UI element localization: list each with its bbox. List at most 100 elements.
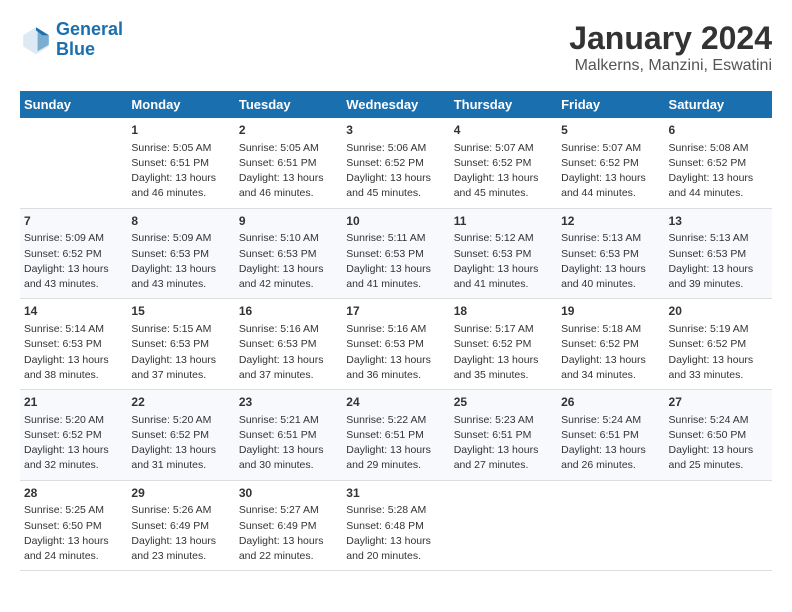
day-info: Sunrise: 5:09 AM Sunset: 6:52 PM Dayligh…: [24, 231, 123, 292]
day-info: Sunrise: 5:19 AM Sunset: 6:52 PM Dayligh…: [669, 322, 768, 383]
day-info: Sunrise: 5:24 AM Sunset: 6:51 PM Dayligh…: [561, 413, 660, 474]
day-number: 1: [131, 122, 230, 139]
header-cell-thursday: Thursday: [450, 91, 557, 118]
day-number: 29: [131, 485, 230, 502]
day-info: Sunrise: 5:12 AM Sunset: 6:53 PM Dayligh…: [454, 231, 553, 292]
calendar-header: SundayMondayTuesdayWednesdayThursdayFrid…: [20, 91, 772, 118]
day-number: 18: [454, 303, 553, 320]
day-number: 7: [24, 213, 123, 230]
header-cell-monday: Monday: [127, 91, 234, 118]
logo-text: General Blue: [56, 20, 123, 60]
day-info: Sunrise: 5:11 AM Sunset: 6:53 PM Dayligh…: [346, 231, 445, 292]
calendar-cell: 19Sunrise: 5:18 AM Sunset: 6:52 PM Dayli…: [557, 299, 664, 390]
day-number: 13: [669, 213, 768, 230]
calendar-cell: 4Sunrise: 5:07 AM Sunset: 6:52 PM Daylig…: [450, 118, 557, 208]
calendar-cell: 2 Sunrise: 5:05 AM Sunset: 6:51 PM Daylig…: [235, 118, 342, 208]
day-number: 11: [454, 213, 553, 230]
day-info: Sunrise: 5:10 AM Sunset: 6:53 PM Dayligh…: [239, 231, 338, 292]
calendar-cell: 22Sunrise: 5:20 AM Sunset: 6:52 PM Dayli…: [127, 390, 234, 481]
day-info: Sunrise: 5:13 AM Sunset: 6:53 PM Dayligh…: [669, 231, 768, 292]
day-info: Sunrise: 5:24 AM Sunset: 6:50 PM Dayligh…: [669, 413, 768, 474]
day-number: 12: [561, 213, 660, 230]
day-number: 26: [561, 394, 660, 411]
day-number: 22: [131, 394, 230, 411]
calendar-cell: 25 Sunrise: 5:23 AM Sunset: 6:51 PM Dayli…: [450, 390, 557, 481]
day-info: Sunrise: 5:26 AM Sunset: 6:49 PM Dayligh…: [131, 503, 230, 564]
calendar-cell: 31Sunrise: 5:28 AM Sunset: 6:48 PM Dayli…: [342, 480, 449, 571]
calendar-cell: 8Sunrise: 5:09 AM Sunset: 6:53 PM Daylig…: [127, 208, 234, 299]
calendar-cell: [450, 480, 557, 571]
day-number: 20: [669, 303, 768, 320]
calendar-cell: 7Sunrise: 5:09 AM Sunset: 6:52 PM Daylig…: [20, 208, 127, 299]
calendar-cell: 29Sunrise: 5:26 AM Sunset: 6:49 PM Dayli…: [127, 480, 234, 571]
day-info: Sunrise: 5:18 AM Sunset: 6:52 PM Dayligh…: [561, 322, 660, 383]
calendar-cell: [557, 480, 664, 571]
calendar-cell: 14 Sunrise: 5:14 AM Sunset: 6:53 PM Dayli…: [20, 299, 127, 390]
calendar-table: SundayMondayTuesdayWednesdayThursdayFrid…: [20, 91, 772, 571]
day-number: 16: [239, 303, 338, 320]
day-number: 17: [346, 303, 445, 320]
calendar-cell: 21 Sunrise: 5:20 AM Sunset: 6:52 PM Dayli…: [20, 390, 127, 481]
calendar-cell: 1Sunrise: 5:05 AM Sunset: 6:51 PM Daylig…: [127, 118, 234, 208]
day-number: 8: [131, 213, 230, 230]
day-number: 21: [24, 394, 123, 411]
day-number: 30: [239, 485, 338, 502]
week-row-1: 1 Sunrise: 5:05 AM Sunset: 6:51 PM Daylig…: [20, 118, 772, 208]
day-number: 5: [561, 122, 660, 139]
calendar-cell: 28Sunrise: 5:25 AM Sunset: 6:50 PM Dayli…: [20, 480, 127, 571]
day-number: 15: [131, 303, 230, 320]
day-info: Sunrise: 5:15 AM Sunset: 6:53 PM Dayligh…: [131, 322, 230, 383]
day-info: Sunrise: 5:16 AM Sunset: 6:53 PM Dayligh…: [346, 322, 445, 383]
day-number: 10: [346, 213, 445, 230]
calendar-cell: 6Sunrise: 5:08 AM Sunset: 6:52 PM Daylig…: [665, 118, 772, 208]
day-info: Sunrise: 5:13 AM Sunset: 6:53 PM Dayligh…: [561, 231, 660, 292]
calendar-cell: [20, 118, 127, 208]
day-info: Sunrise: 5:23 AM Sunset: 6:51 PM Dayligh…: [454, 413, 553, 474]
calendar-cell: 13Sunrise: 5:13 AM Sunset: 6:53 PM Dayli…: [665, 208, 772, 299]
calendar-cell: 17 Sunrise: 5:16 AM Sunset: 6:53 PM Dayli…: [342, 299, 449, 390]
page-subtitle: Malkerns, Manzini, Eswatini: [569, 57, 772, 75]
day-info: Sunrise: 5:21 AM Sunset: 6:51 PM Dayligh…: [239, 413, 338, 474]
day-info: Sunrise: 5:07 AM Sunset: 6:52 PM Dayligh…: [454, 141, 553, 202]
day-info: Sunrise: 5:06 AM Sunset: 6:52 PM Dayligh…: [346, 141, 445, 202]
logo-icon: [20, 24, 52, 56]
day-info: Sunrise: 5:08 AM Sunset: 6:52 PM Dayligh…: [669, 141, 768, 202]
page-title: January 2024: [569, 20, 772, 57]
day-info: Sunrise: 5:25 AM Sunset: 6:50 PM Dayligh…: [24, 503, 123, 564]
logo: General Blue: [20, 20, 123, 60]
calendar-cell: [665, 480, 772, 571]
day-info: Sunrise: 5:16 AM Sunset: 6:53 PM Dayligh…: [239, 322, 338, 383]
calendar-cell: 5 Sunrise: 5:07 AM Sunset: 6:52 PM Daylig…: [557, 118, 664, 208]
day-info: Sunrise: 5:14 AM Sunset: 6:53 PM Dayligh…: [24, 322, 123, 383]
week-row-3: 14 Sunrise: 5:14 AM Sunset: 6:53 PM Dayli…: [20, 299, 772, 390]
header-cell-sunday: Sunday: [20, 91, 127, 118]
day-info: Sunrise: 5:09 AM Sunset: 6:53 PM Dayligh…: [131, 231, 230, 292]
calendar-cell: 18Sunrise: 5:17 AM Sunset: 6:52 PM Dayli…: [450, 299, 557, 390]
calendar-body: 1 Sunrise: 5:05 AM Sunset: 6:51 PM Daylig…: [20, 118, 772, 571]
day-number: 9: [239, 213, 338, 230]
calendar-cell: 26 Sunrise: 5:24 AM Sunset: 6:51 PM Dayli…: [557, 390, 664, 481]
header-cell-saturday: Saturday: [665, 91, 772, 118]
header-cell-friday: Friday: [557, 91, 664, 118]
title-block: January 2024 Malkerns, Manzini, Eswatini: [569, 20, 772, 75]
day-number: 3: [346, 122, 445, 139]
calendar-cell: 23Sunrise: 5:21 AM Sunset: 6:51 PM Dayli…: [235, 390, 342, 481]
week-row-2: 7Sunrise: 5:09 AM Sunset: 6:52 PM Daylig…: [20, 208, 772, 299]
day-number: 14: [24, 303, 123, 320]
day-info: Sunrise: 5:20 AM Sunset: 6:52 PM Dayligh…: [24, 413, 123, 474]
day-number: 25: [454, 394, 553, 411]
header-cell-tuesday: Tuesday: [235, 91, 342, 118]
calendar-cell: 24Sunrise: 5:22 AM Sunset: 6:51 PM Dayli…: [342, 390, 449, 481]
day-info: Sunrise: 5:07 AM Sunset: 6:52 PM Dayligh…: [561, 141, 660, 202]
day-number: 2: [239, 122, 338, 139]
day-number: 24: [346, 394, 445, 411]
calendar-cell: 12Sunrise: 5:13 AM Sunset: 6:53 PM Dayli…: [557, 208, 664, 299]
logo-line2: Blue: [56, 39, 95, 59]
day-info: Sunrise: 5:05 AM Sunset: 6:51 PM Dayligh…: [239, 141, 338, 202]
calendar-cell: 16 Sunrise: 5:16 AM Sunset: 6:53 PM Dayli…: [235, 299, 342, 390]
day-number: 28: [24, 485, 123, 502]
day-number: 31: [346, 485, 445, 502]
week-row-5: 28Sunrise: 5:25 AM Sunset: 6:50 PM Dayli…: [20, 480, 772, 571]
header-cell-wednesday: Wednesday: [342, 91, 449, 118]
logo-line1: General: [56, 19, 123, 39]
